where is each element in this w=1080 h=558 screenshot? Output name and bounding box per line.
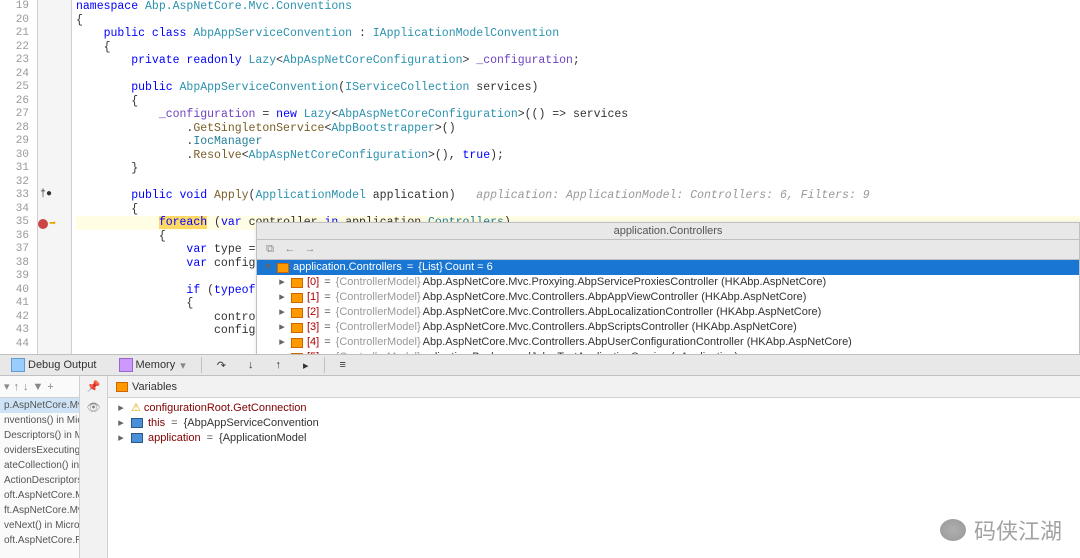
popup-copy-icon[interactable]: ⧉	[263, 243, 277, 256]
frame-row[interactable]: veNext() in Microso	[0, 518, 79, 533]
execution-arrow-icon: ➡	[49, 216, 56, 231]
code-line[interactable]: {	[76, 203, 1080, 217]
frames-panel[interactable]: ▾ ↑ ↓ ▼ + p.AspNetCore.Mvc.Cnventions() …	[0, 376, 80, 558]
step-into-icon[interactable]: ↓	[241, 356, 261, 374]
line-number: 26	[0, 95, 29, 109]
code-line[interactable]: public void Apply(ApplicationModel appli…	[76, 189, 1080, 203]
code-line[interactable]: {	[76, 41, 1080, 55]
popup-forward-icon[interactable]: →	[303, 243, 317, 256]
run-to-cursor-icon[interactable]: ▸	[296, 356, 316, 375]
vars-gutter: 📌 👁	[80, 376, 108, 558]
code-line[interactable]: .Resolve<AbpAspNetCoreConfiguration>(), …	[76, 149, 1080, 163]
line-number: 36	[0, 230, 29, 244]
code-line[interactable]: .GetSingletonService<AbpBootstrapper>()	[76, 122, 1080, 136]
frame-row[interactable]: ActionDescriptors()	[0, 473, 79, 488]
code-line[interactable]	[76, 176, 1080, 190]
line-number: 19	[0, 0, 29, 14]
popup-title: application.Controllers	[257, 223, 1079, 240]
code-line[interactable]: private readonly Lazy<AbpAspNetCoreConfi…	[76, 54, 1080, 68]
line-number: 33	[0, 189, 29, 203]
breakpoint-icon	[38, 219, 48, 229]
line-number: 20	[0, 14, 29, 28]
popup-item-row[interactable]: ▸ [1] = {ControllerModel} Abp.AspNetCore…	[257, 290, 1079, 305]
line-number: 38	[0, 257, 29, 271]
frame-filter-icon[interactable]: ▼	[33, 381, 44, 393]
line-number: 41	[0, 297, 29, 311]
variables-header: Variables	[108, 376, 1080, 398]
code-line[interactable]: .IocManager	[76, 135, 1080, 149]
frame-row[interactable]: nventions() in Micro	[0, 413, 79, 428]
line-number: 34	[0, 203, 29, 217]
thread-selector-icon[interactable]: ▾	[4, 380, 10, 393]
breakpoint-marker[interactable]: ➡	[38, 216, 71, 231]
line-number: 35	[0, 216, 29, 230]
code-line[interactable]: _configuration = new Lazy<AbpAspNetCoreC…	[76, 108, 1080, 122]
frame-row[interactable]: oft.AspNetCore.Rou	[0, 533, 79, 548]
popup-item-row[interactable]: ▸ [2] = {ControllerModel} Abp.AspNetCore…	[257, 305, 1079, 320]
line-number: 22	[0, 41, 29, 55]
warning-icon: ⚠	[131, 401, 141, 414]
line-number: 32	[0, 176, 29, 190]
code-line[interactable]: public class AbpAppServiceConvention : I…	[76, 27, 1080, 41]
debug-lower-panel: ▾ ↑ ↓ ▼ + p.AspNetCore.Mvc.Cnventions() …	[0, 376, 1080, 558]
code-line[interactable]: {	[76, 95, 1080, 109]
line-number: 39	[0, 270, 29, 284]
frame-row[interactable]: ateCollection() in M	[0, 458, 79, 473]
frame-add-icon[interactable]: +	[47, 381, 53, 393]
frame-row[interactable]: Descriptors() in Micr	[0, 428, 79, 443]
line-number: 27	[0, 108, 29, 122]
line-number: 30	[0, 149, 29, 163]
object-icon	[131, 418, 143, 428]
line-number: 42	[0, 311, 29, 325]
line-number: 29	[0, 135, 29, 149]
evaluate-icon[interactable]: ≡	[333, 356, 353, 374]
frame-row[interactable]: p.AspNetCore.Mvc.C	[0, 398, 79, 413]
line-number: 25	[0, 81, 29, 95]
variables-tab-icon	[116, 382, 128, 392]
code-line[interactable]: }	[76, 162, 1080, 176]
variable-row[interactable]: ▸ this = {AbpAppServiceConvention	[108, 415, 1080, 430]
watermark: 码侠江湖	[940, 514, 1062, 546]
pin-icon[interactable]: 📌	[87, 380, 101, 393]
popup-item-row[interactable]: ▸ [0] = {ControllerModel} Abp.AspNetCore…	[257, 275, 1079, 290]
popup-toolbar: ⧉ ← →	[257, 240, 1079, 260]
line-number: 31	[0, 162, 29, 176]
frame-row[interactable]: oft.AspNetCore.Mv	[0, 488, 79, 503]
debug-toolbar: Debug Output Memory▾ ↷ ↓ ↑ ▸ ≡	[0, 354, 1080, 376]
variables-panel[interactable]: Variables ▸⚠ configurationRoot.GetConnec…	[108, 376, 1080, 558]
popup-back-icon[interactable]: ←	[283, 243, 297, 256]
code-line[interactable]	[76, 68, 1080, 82]
step-over-icon[interactable]: ↷	[210, 356, 233, 375]
inline-hint-marker: †●	[40, 189, 52, 200]
line-number: 24	[0, 68, 29, 82]
line-number: 37	[0, 243, 29, 257]
popup-item-row[interactable]: ▸ [4] = {ControllerModel} Abp.AspNetCore…	[257, 335, 1079, 350]
step-out-icon[interactable]: ↑	[268, 356, 288, 374]
line-number: 28	[0, 122, 29, 136]
line-number: 21	[0, 27, 29, 41]
code-line[interactable]: public AbpAppServiceConvention(IServiceC…	[76, 81, 1080, 95]
frame-row[interactable]: ft.AspNetCore.Mvc.i	[0, 503, 79, 518]
watch-icon[interactable]: 👁	[87, 401, 101, 414]
frames-toolbar: ▾ ↑ ↓ ▼ +	[0, 376, 79, 398]
marker-column: †● ➡	[38, 0, 72, 354]
debug-output-tab[interactable]: Debug Output	[4, 355, 104, 375]
line-number: 43	[0, 324, 29, 338]
variable-row[interactable]: ▸⚠ configurationRoot.GetConnection	[108, 400, 1080, 415]
code-line[interactable]: namespace Abp.AspNetCore.Mvc.Conventions	[76, 0, 1080, 14]
frame-row[interactable]: ovidersExecuting()	[0, 443, 79, 458]
object-icon	[131, 433, 143, 443]
code-line[interactable]: {	[76, 14, 1080, 28]
gutter: 1920212223242526272829303132333435363738…	[0, 0, 38, 354]
line-number: 40	[0, 284, 29, 298]
frame-up-icon[interactable]: ↑	[14, 381, 20, 393]
popup-item-row[interactable]: ▸ [3] = {ControllerModel} Abp.AspNetCore…	[257, 320, 1079, 335]
variable-row[interactable]: ▸ application = {ApplicationModel	[108, 430, 1080, 445]
popup-root-row[interactable]: ▾application.Controllers = {List} Count …	[257, 260, 1079, 275]
frame-down-icon[interactable]: ↓	[23, 381, 29, 393]
wechat-icon	[940, 519, 966, 541]
line-number: 23	[0, 54, 29, 68]
line-number: 44	[0, 338, 29, 352]
memory-tab[interactable]: Memory▾	[112, 355, 193, 375]
